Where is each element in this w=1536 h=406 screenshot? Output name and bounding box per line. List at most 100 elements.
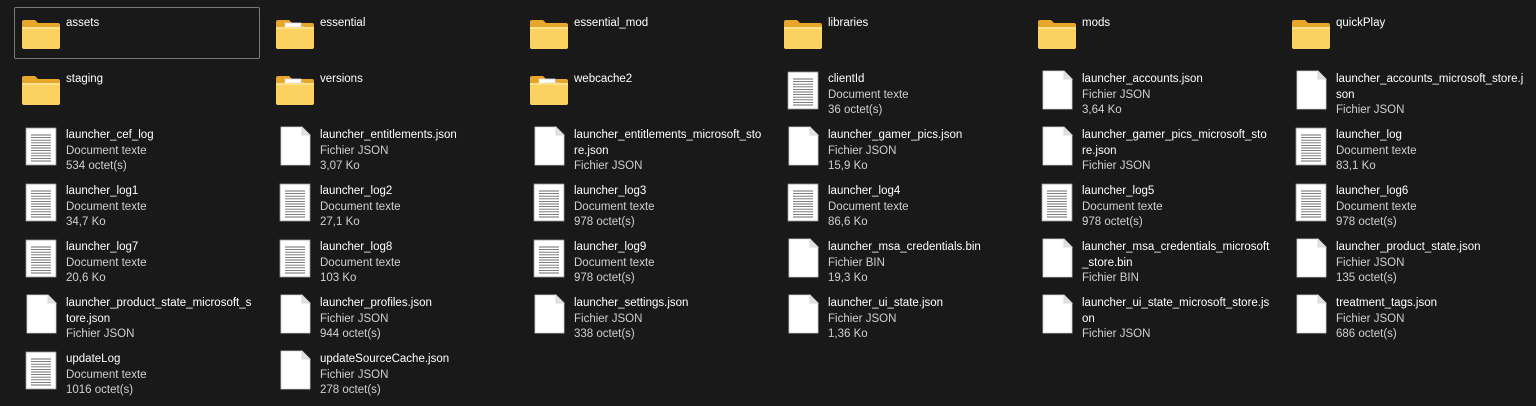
file-item[interactable]: updateLog Document texte 1016 octet(s) xyxy=(14,343,260,396)
file-item[interactable]: launcher_gamer_pics_microsoft_store.json… xyxy=(1030,119,1276,172)
item-size: 686 octet(s) xyxy=(1336,328,1397,340)
folder-icon xyxy=(527,12,571,56)
file-item[interactable]: launcher_ui_state.json Fichier JSON 1,36 K… xyxy=(776,287,1022,340)
file-item[interactable]: launcher_log4 Document texte 86,6 Ko xyxy=(776,175,1022,228)
text-document-icon xyxy=(527,180,571,224)
blank-file-icon xyxy=(1289,292,1333,336)
item-text: clientId Document texte 36 octet(s) xyxy=(828,72,1016,119)
item-size: 944 octet(s) xyxy=(320,328,381,340)
item-size: 15,9 Ko xyxy=(828,160,868,172)
item-size: 20,6 Ko xyxy=(66,272,106,284)
folder-item[interactable]: essential_mod xyxy=(522,7,768,59)
file-item[interactable]: launcher_accounts.json Fichier JSON 3,64 K… xyxy=(1030,63,1276,116)
item-text: launcher_log2 Document texte 27,1 Ko xyxy=(320,184,508,231)
folder-item[interactable]: versions xyxy=(268,63,514,115)
file-item[interactable]: launcher_entitlements.json Fichier JSON 3,… xyxy=(268,119,514,172)
file-item[interactable]: launcher_log2 Document texte 27,1 Ko xyxy=(268,175,514,228)
item-name: launcher_entitlements_microsoft_store.js… xyxy=(574,129,762,157)
text-document-icon xyxy=(1289,180,1333,224)
blank-file-icon xyxy=(1289,68,1333,112)
item-text: launcher_accounts.json Fichier JSON 3,64 K… xyxy=(1082,72,1270,119)
file-item[interactable]: launcher_msa_credentials_microsoft_store… xyxy=(1030,231,1276,284)
folder-item[interactable]: staging xyxy=(14,63,260,115)
file-item[interactable]: launcher_product_state_microsoft_store.j… xyxy=(14,287,260,340)
file-item[interactable]: launcher_gamer_pics.json Fichier JSON 15,9… xyxy=(776,119,1022,172)
text-document-icon xyxy=(781,68,825,112)
item-size: 338 octet(s) xyxy=(574,328,635,340)
item-text: launcher_log7 Document texte 20,6 Ko xyxy=(66,240,254,287)
item-text: launcher_log3 Document texte 978 octet(s) xyxy=(574,184,762,231)
folder-icon xyxy=(19,68,63,112)
item-name: launcher_log7 xyxy=(66,241,139,253)
item-size: 3,07 Ko xyxy=(320,160,360,172)
folder-item[interactable]: quickPlay xyxy=(1284,7,1530,59)
file-item[interactable]: launcher_product_state.json Fichier JSON 1… xyxy=(1284,231,1530,284)
blank-file-icon xyxy=(273,124,317,168)
file-item[interactable]: launcher_msa_credentials.bin Fichier BIN 1… xyxy=(776,231,1022,284)
item-text: mods xyxy=(1082,16,1270,32)
item-size: 978 octet(s) xyxy=(574,216,635,228)
item-text: launcher_gamer_pics.json Fichier JSON 15,9… xyxy=(828,128,1016,175)
blank-file-icon xyxy=(527,124,571,168)
item-name: mods xyxy=(1082,17,1111,29)
item-name: launcher_product_state_microsoft_store.j… xyxy=(66,297,252,325)
item-name: staging xyxy=(66,73,104,85)
file-item[interactable]: launcher_ui_state_microsoft_store.json Fi… xyxy=(1030,287,1276,340)
folder-icon xyxy=(19,12,63,56)
item-size: 1,36 Ko xyxy=(828,328,868,340)
blank-file-icon xyxy=(19,292,63,336)
item-text: launcher_settings.json Fichier JSON 338 oc… xyxy=(574,296,762,343)
file-item[interactable]: clientId Document texte 36 octet(s) xyxy=(776,63,1022,116)
file-item[interactable]: launcher_entitlements_microsoft_store.js… xyxy=(522,119,768,172)
item-type: Fichier JSON xyxy=(320,144,389,157)
item-name: essential_mod xyxy=(574,17,649,29)
file-item[interactable]: launcher_settings.json Fichier JSON 338 oc… xyxy=(522,287,768,340)
folder-item[interactable]: mods xyxy=(1030,7,1276,59)
item-type: Fichier JSON xyxy=(1336,312,1405,325)
item-text: launcher_log6 Document texte 978 octet(s) xyxy=(1336,184,1524,231)
item-size: 86,6 Ko xyxy=(828,216,868,228)
item-name: launcher_log9 xyxy=(574,241,647,253)
item-name: launcher_gamer_pics.json xyxy=(828,129,963,141)
file-item[interactable]: launcher_profiles.json Fichier JSON 944 oc… xyxy=(268,287,514,340)
folder-item[interactable]: essential xyxy=(268,7,514,59)
text-document-icon xyxy=(19,348,63,392)
item-text: quickPlay xyxy=(1336,16,1524,32)
text-document-icon xyxy=(273,236,317,280)
file-item[interactable]: launcher_log8 Document texte 103 Ko xyxy=(268,231,514,284)
item-text: launcher_cef_log Document texte 534 octet(… xyxy=(66,128,254,175)
item-text: launcher_log8 Document texte 103 Ko xyxy=(320,240,508,287)
item-type: Document texte xyxy=(828,88,909,101)
item-name: launcher_log5 xyxy=(1082,185,1155,197)
blank-file-icon xyxy=(1035,68,1079,112)
item-size: 135 octet(s) xyxy=(1336,272,1397,284)
file-item[interactable]: launcher_log3 Document texte 978 octet(s) xyxy=(522,175,768,228)
item-name: versions xyxy=(320,73,363,85)
file-item[interactable]: launcher_cef_log Document texte 534 octet(… xyxy=(14,119,260,172)
file-item[interactable]: launcher_log5 Document texte 978 octet(s) xyxy=(1030,175,1276,228)
folder-icon xyxy=(1035,12,1079,56)
file-item[interactable]: launcher_accounts_microsoft_store.json Fi… xyxy=(1284,63,1530,116)
item-size: 83,1 Ko xyxy=(1336,160,1376,172)
file-item[interactable]: launcher_log Document texte 83,1 Ko xyxy=(1284,119,1530,172)
folder-item[interactable]: assets xyxy=(14,7,260,59)
item-text: versions xyxy=(320,72,508,88)
file-item[interactable]: treatment_tags.json Fichier JSON 686 octet… xyxy=(1284,287,1530,340)
folder-with-documents-icon xyxy=(273,12,317,56)
item-name: launcher_log4 xyxy=(828,185,901,197)
file-item[interactable]: updateSourceCache.json Fichier JSON 278 oc… xyxy=(268,343,514,396)
item-type: Document texte xyxy=(574,200,655,213)
file-item[interactable]: launcher_log9 Document texte 978 octet(s) xyxy=(522,231,768,284)
file-item[interactable]: launcher_log1 Document texte 34,7 Ko xyxy=(14,175,260,228)
item-text: launcher_entitlements.json Fichier JSON 3,… xyxy=(320,128,508,175)
folder-item[interactable]: libraries xyxy=(776,7,1022,59)
item-text: launcher_gamer_pics_microsoft_store.json… xyxy=(1082,128,1270,175)
file-item[interactable]: launcher_log6 Document texte 978 octet(s) xyxy=(1284,175,1530,228)
file-item[interactable]: launcher_log7 Document texte 20,6 Ko xyxy=(14,231,260,284)
item-name: quickPlay xyxy=(1336,17,1386,29)
folder-item[interactable]: webcache2 xyxy=(522,63,768,115)
item-text: launcher_log9 Document texte 978 octet(s) xyxy=(574,240,762,287)
item-type: Document texte xyxy=(1336,200,1417,213)
item-text: launcher_profiles.json Fichier JSON 944 oc… xyxy=(320,296,508,343)
item-name: webcache2 xyxy=(574,73,633,85)
